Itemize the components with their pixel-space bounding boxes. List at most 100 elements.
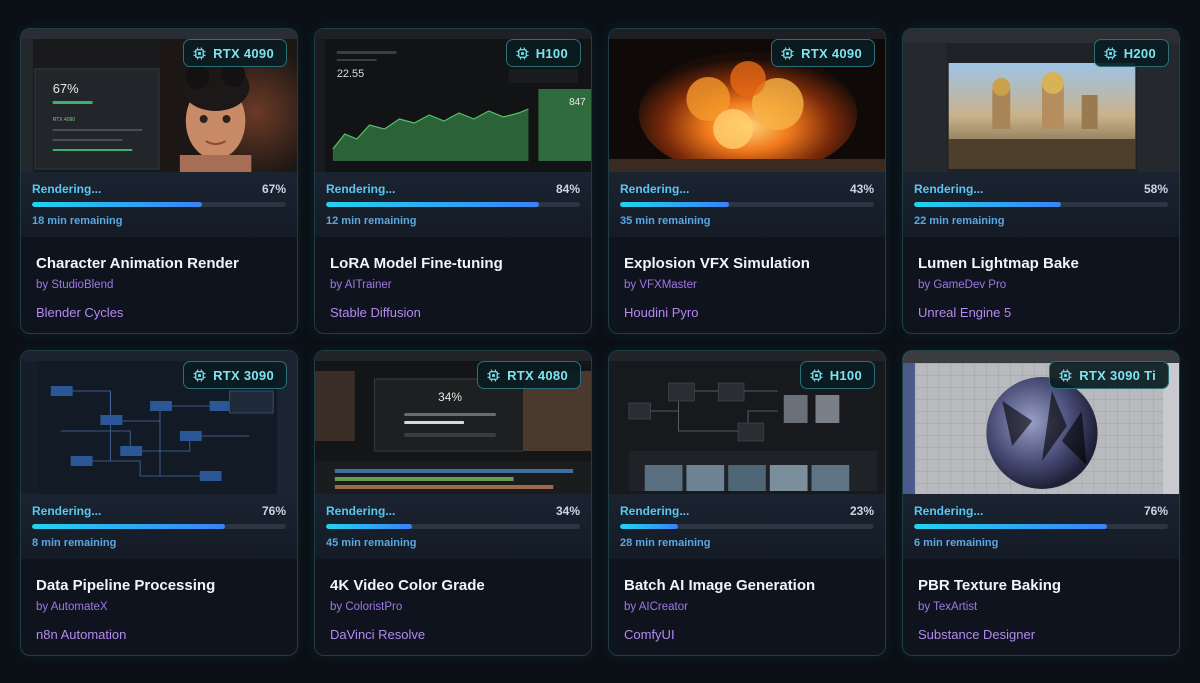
progress-bar [914,524,1168,529]
preview-text: RTX 4090 [53,117,75,123]
progress-fill [620,202,730,207]
job-software: Substance Designer [918,627,1036,642]
job-title: Explosion VFX Simulation [624,255,810,272]
render-status: Rendering... 76% 8 min remaining [21,494,297,559]
job-software: Unreal Engine 5 [918,305,1012,320]
cpu-chip-icon [781,46,794,60]
gpu-badge: RTX 4090 [771,39,875,67]
cpu-chip-icon [1059,368,1072,382]
time-remaining: 45 min remaining [326,537,417,549]
preview-text: 22.55 [337,68,364,80]
status-label: Rendering... [620,182,690,196]
progress-bar [914,202,1168,207]
progress-bar [326,524,580,529]
cpu-chip-icon [193,46,206,60]
gpu-badge: H100 [799,361,875,389]
job-author: by StudioBlend [36,279,114,291]
job-author: by AutomateX [36,601,108,613]
cpu-chip-icon [193,368,206,382]
status-label: Rendering... [32,504,102,518]
progress-fill [32,202,203,207]
time-remaining: 28 min remaining [620,537,711,549]
status-label: Rendering... [620,504,690,518]
progress-fill [32,524,226,529]
job-card[interactable]: RTX 3090 Ti Rendering... 76% 6 min remai… [902,350,1180,656]
gpu-badge: RTX 3090 [183,361,287,389]
job-card[interactable]: 22.55 847 H100 Rendering... 84% 12 min r… [314,28,592,334]
job-author: by AITrainer [330,279,392,291]
job-title: Data Pipeline Processing [36,577,216,594]
render-jobs-grid: 67% RTX 4090 RTX 4090 Rendering... 67% 1… [0,0,1200,683]
render-status: Rendering... 67% 18 min remaining [21,172,297,237]
gpu-badge: H100 [505,39,581,67]
cpu-chip-icon [487,368,500,382]
gpu-badge: H200 [1093,39,1169,67]
gpu-label: RTX 3090 Ti [1079,367,1156,383]
gpu-label: H100 [829,367,862,383]
time-remaining: 22 min remaining [914,215,1005,227]
job-card[interactable]: RTX 3090 Rendering... 76% 8 min remainin… [20,350,298,656]
preview-text: 34% [438,390,462,404]
job-author: by GameDev Pro [918,279,1007,291]
progress-fill [326,202,540,207]
preview-text: 67% [53,81,79,96]
time-remaining: 18 min remaining [32,215,123,227]
job-title: Character Animation Render [36,255,239,272]
job-title: PBR Texture Baking [918,577,1062,594]
status-label: Rendering... [914,182,984,196]
job-card[interactable]: 34% RTX 4080 Rendering... 34% 45 min rem… [314,350,592,656]
job-title: LoRA Model Fine-tuning [330,255,503,272]
render-status: Rendering... 84% 12 min remaining [315,172,591,237]
progress-bar [620,202,874,207]
progress-bar [326,202,580,207]
progress-percent: 84% [555,182,580,196]
job-card[interactable]: 67% RTX 4090 RTX 4090 Rendering... 67% 1… [20,28,298,334]
job-author: by TexArtist [918,601,978,613]
progress-percent: 67% [261,182,286,196]
job-software: DaVinci Resolve [330,627,426,642]
job-software: Houdini Pyro [624,305,699,320]
status-label: Rendering... [914,504,984,518]
progress-bar [620,524,874,529]
render-status: Rendering... 43% 35 min remaining [609,172,885,237]
job-title: Batch AI Image Generation [624,577,816,594]
job-card[interactable]: RTX 4090 Rendering... 43% 35 min remaini… [608,28,886,334]
job-software: Stable Diffusion [330,305,421,320]
status-label: Rendering... [32,182,102,196]
gpu-label: H200 [1123,45,1156,61]
progress-fill [326,524,413,529]
job-card[interactable]: H200 Rendering... 58% 22 min remaining L… [902,28,1180,334]
time-remaining: 8 min remaining [32,537,117,549]
status-label: Rendering... [326,182,396,196]
progress-bar [32,202,286,207]
render-status: Rendering... 76% 6 min remaining [903,494,1179,559]
cpu-chip-icon [516,46,529,60]
job-software: n8n Automation [36,627,127,642]
gpu-label: RTX 4090 [213,45,274,61]
gpu-label: RTX 4090 [801,45,862,61]
job-card[interactable]: H100 Rendering... 23% 28 min remaining B… [608,350,886,656]
job-software: ComfyUI [624,627,675,642]
job-title: 4K Video Color Grade [330,577,485,594]
progress-fill [914,202,1062,207]
job-author: by VFXMaster [624,279,697,291]
progress-percent: 76% [1143,504,1168,518]
gpu-badge: RTX 4090 [183,39,287,67]
progress-percent: 34% [555,504,580,518]
cpu-chip-icon [810,368,823,382]
gpu-badge: RTX 4080 [477,361,581,389]
gpu-label: RTX 3090 [213,367,274,383]
render-status: Rendering... 58% 22 min remaining [903,172,1179,237]
gpu-label: H100 [535,45,568,61]
time-remaining: 35 min remaining [620,215,711,227]
job-author: by ColoristPro [330,601,403,613]
time-remaining: 12 min remaining [326,215,417,227]
gpu-badge: RTX 3090 Ti [1049,361,1169,389]
progress-percent: 43% [849,182,874,196]
progress-percent: 58% [1143,182,1168,196]
render-status: Rendering... 23% 28 min remaining [609,494,885,559]
progress-fill [620,524,679,529]
progress-fill [914,524,1108,529]
cpu-chip-icon [1104,46,1117,60]
progress-bar [32,524,286,529]
